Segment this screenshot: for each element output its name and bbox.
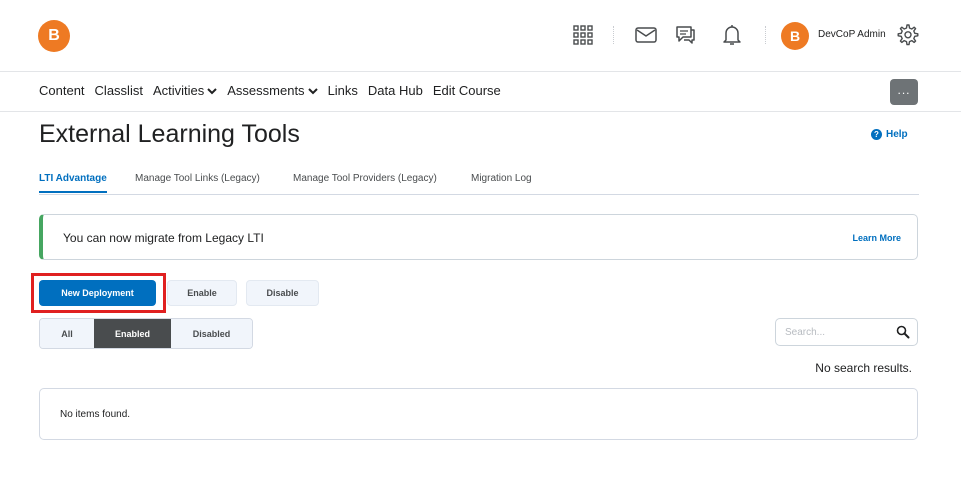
filter-disabled[interactable]: Disabled — [171, 319, 252, 348]
empty-text: No items found. — [60, 409, 131, 420]
learn-more-link[interactable]: Learn More — [852, 233, 901, 243]
avatar-letter: B — [789, 28, 801, 44]
brightspace-logo[interactable]: B — [38, 20, 70, 52]
nav-item-links[interactable]: Links — [328, 83, 358, 98]
gear-icon[interactable] — [894, 22, 920, 48]
chevron-down-icon — [207, 87, 217, 94]
empty-state: No items found. — [39, 388, 918, 440]
user-name[interactable]: DevCoP Admin — [818, 29, 886, 40]
filter-enabled[interactable]: Enabled — [94, 319, 171, 348]
migration-alert: You can now migrate from Legacy LTI Lear… — [39, 214, 918, 260]
top-bar: B B DevCoP Admin — [0, 0, 961, 72]
bell-icon[interactable] — [719, 22, 745, 48]
tab-lti-advantage[interactable]: LTI Advantage — [39, 173, 107, 193]
enable-button[interactable]: Enable — [167, 280, 237, 306]
disable-button[interactable]: Disable — [246, 280, 319, 306]
logo-letter: B — [48, 27, 60, 44]
nav-item-classlist[interactable]: Classlist — [95, 83, 143, 98]
help-icon: ? — [871, 129, 882, 140]
tab-bar: LTI Advantage Manage Tool Links (Legacy)… — [39, 166, 919, 195]
status-filter: All Enabled Disabled — [39, 318, 253, 349]
nav-item-edit-course[interactable]: Edit Course — [433, 83, 501, 98]
help-link[interactable]: ? Help — [871, 129, 908, 140]
avatar[interactable]: B — [781, 22, 809, 50]
no-search-results: No search results. — [815, 361, 912, 375]
page-title: External Learning Tools — [39, 120, 300, 148]
filter-all[interactable]: All — [40, 319, 94, 348]
tab-manage-tool-providers[interactable]: Manage Tool Providers (Legacy) — [293, 173, 437, 184]
course-navbar: Content Classlist Activities Assessments… — [0, 72, 961, 112]
mail-icon[interactable] — [633, 22, 659, 48]
ellipsis-icon: ... — [897, 83, 911, 97]
chevron-down-icon — [307, 87, 318, 94]
apps-grid-icon[interactable] — [570, 22, 596, 48]
chat-icon[interactable] — [672, 22, 698, 48]
alert-text: You can now migrate from Legacy LTI — [63, 231, 264, 245]
search-icon[interactable] — [896, 325, 910, 339]
highlight-box — [31, 273, 166, 313]
toolbar-separator — [765, 26, 766, 44]
more-options-button[interactable]: ... — [890, 79, 918, 105]
nav-item-content[interactable]: Content — [39, 83, 85, 98]
nav-item-data-hub[interactable]: Data Hub — [368, 83, 423, 98]
nav-item-assessments[interactable]: Assessments — [227, 83, 318, 98]
nav-item-activities[interactable]: Activities — [153, 83, 217, 98]
search-box — [775, 318, 918, 346]
toolbar-separator — [613, 26, 614, 44]
search-input[interactable] — [776, 319, 891, 345]
tab-migration-log[interactable]: Migration Log — [471, 173, 532, 184]
tab-manage-tool-links[interactable]: Manage Tool Links (Legacy) — [135, 173, 260, 184]
help-label: Help — [886, 129, 908, 140]
